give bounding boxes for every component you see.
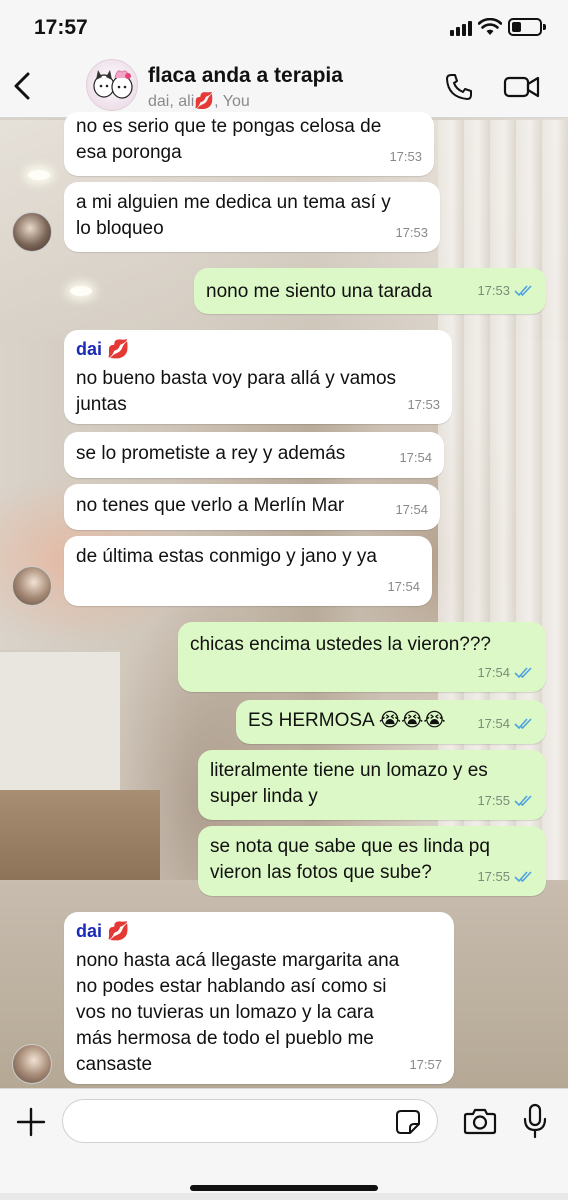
message-bubble[interactable]: nono me siento una tarada 17:53 xyxy=(194,268,546,314)
group-avatar[interactable] xyxy=(86,59,138,111)
wallpaper-light xyxy=(70,286,92,296)
message-time: 17:55 xyxy=(477,793,510,808)
message-bubble[interactable]: ES HERMOSA 😭😭😭 17:54 xyxy=(236,700,546,744)
message-meta: 17:54 xyxy=(477,660,534,686)
cellular-signal-icon xyxy=(450,20,474,36)
message-time: 17:54 xyxy=(387,579,420,594)
sender-avatar[interactable] xyxy=(12,212,52,252)
message-meta: 17:54 xyxy=(387,574,420,600)
status-bar: 17:57 xyxy=(0,0,568,56)
composer-bar xyxy=(0,1088,568,1200)
wifi-icon xyxy=(478,18,502,35)
group-members[interactable]: dai, ali💋, You xyxy=(148,91,250,111)
message-meta: 17:53 xyxy=(477,278,534,304)
sender-avatar[interactable] xyxy=(12,566,52,606)
message-text: nono hasta acá llegaste margarita ana no… xyxy=(76,950,400,1075)
camera-icon[interactable] xyxy=(463,1106,497,1136)
message-text: no es serio que te pongas celosa de esa … xyxy=(76,116,382,163)
message-meta: 17:54 xyxy=(395,497,428,523)
message-bubble[interactable]: dai 💋 no bueno basta voy para allá y vam… xyxy=(64,330,452,424)
message-bubble[interactable]: no tenes que verlo a Merlín Mar 17:54 xyxy=(64,484,440,530)
message-time: 17:53 xyxy=(395,225,428,240)
battery-icon xyxy=(508,18,546,36)
chat-header: flaca anda a terapia dai, ali💋, You xyxy=(0,56,568,118)
message-input[interactable] xyxy=(62,1099,438,1143)
message-text: chicas encima ustedes la vieron??? xyxy=(190,634,492,655)
wallpaper-cabinet xyxy=(0,650,120,790)
status-time: 17:57 xyxy=(34,16,88,39)
message-bubble[interactable]: dai 💋 nono hasta acá llegaste margarita … xyxy=(64,912,454,1084)
message-bubble[interactable]: a mi alguien me dedica un tema así y lo … xyxy=(64,182,440,252)
message-meta: 17:54 xyxy=(399,445,432,471)
back-icon[interactable] xyxy=(10,70,38,102)
message-meta: 17:55 xyxy=(477,788,534,814)
message-time: 17:54 xyxy=(399,450,432,465)
message-time: 17:54 xyxy=(395,502,428,517)
message-time: 17:54 xyxy=(477,716,510,731)
message-meta: 17:53 xyxy=(389,144,422,170)
plus-icon[interactable] xyxy=(16,1107,46,1137)
message-time: 17:57 xyxy=(409,1057,442,1072)
message-bubble[interactable]: de última estas conmigo y jano y ya 17:5… xyxy=(64,536,432,606)
sender-name[interactable]: dai 💋 xyxy=(64,912,454,944)
video-icon[interactable] xyxy=(503,73,541,101)
double-check-icon xyxy=(514,871,532,883)
message-time: 17:53 xyxy=(477,283,510,298)
mic-icon[interactable] xyxy=(522,1103,548,1139)
keyboard-edge xyxy=(0,1193,568,1200)
message-bubble[interactable]: chicas encima ustedes la vieron??? 17:54 xyxy=(178,622,546,692)
sender-avatar[interactable] xyxy=(12,1044,52,1084)
message-bubble[interactable]: literalmente tiene un lomazo y es super … xyxy=(198,750,546,820)
double-check-icon xyxy=(514,285,532,297)
message-meta: 17:53 xyxy=(407,392,440,418)
message-text: de última estas conmigo y jano y ya xyxy=(76,546,377,567)
message-time: 17:53 xyxy=(389,149,422,164)
group-title[interactable]: flaca anda a terapia xyxy=(148,64,343,88)
double-check-icon xyxy=(514,795,532,807)
message-text: a mi alguien me dedica un tema así y lo … xyxy=(76,192,391,239)
message-text: no bueno basta voy para allá y vamos jun… xyxy=(76,368,397,415)
wallpaper-table xyxy=(0,790,160,880)
message-bubble[interactable]: no es serio que te pongas celosa de esa … xyxy=(64,112,434,176)
message-bubble[interactable]: se lo prometiste a rey y además 17:54 xyxy=(64,432,444,478)
call-icon[interactable] xyxy=(444,72,474,102)
message-meta: 17:57 xyxy=(409,1052,442,1078)
message-meta: 17:53 xyxy=(395,220,428,246)
message-text: se lo prometiste a rey y además xyxy=(76,443,346,464)
message-time: 17:54 xyxy=(477,665,510,680)
double-check-icon xyxy=(514,718,532,730)
double-check-icon xyxy=(514,667,532,679)
message-meta: 17:55 xyxy=(477,864,534,890)
sticker-icon[interactable] xyxy=(395,1109,421,1135)
group-avatar-image xyxy=(93,70,133,99)
message-text: no tenes que verlo a Merlín Mar xyxy=(76,495,345,516)
message-time: 17:55 xyxy=(477,869,510,884)
sender-name[interactable]: dai 💋 xyxy=(64,330,452,362)
message-meta: 17:54 xyxy=(477,711,534,737)
message-time: 17:53 xyxy=(407,397,440,412)
wallpaper-light xyxy=(28,170,50,180)
home-indicator[interactable] xyxy=(190,1185,378,1191)
message-bubble[interactable]: se nota que sabe que es linda pq vieron … xyxy=(198,826,546,896)
